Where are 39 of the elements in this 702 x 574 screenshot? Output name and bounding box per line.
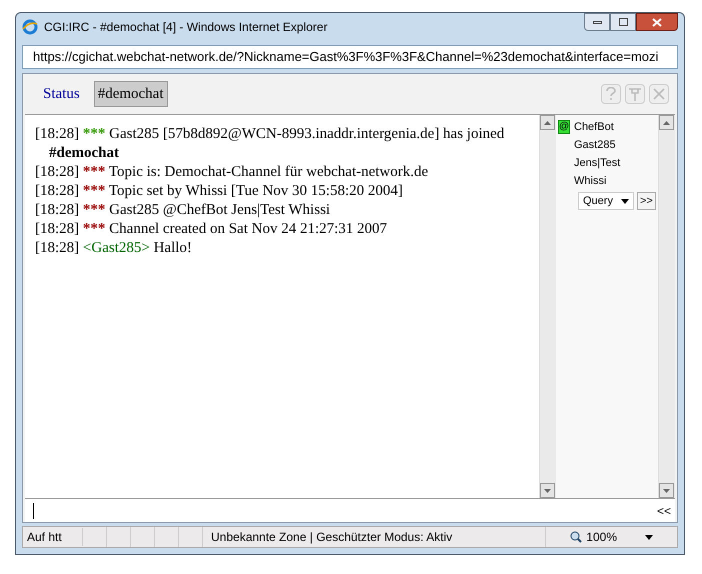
settings-icon: [628, 87, 642, 101]
zoom-level[interactable]: 100%: [586, 528, 617, 546]
question-mark-icon: [606, 87, 616, 101]
minimize-button[interactable]: [584, 13, 610, 31]
chat-message: [18:28] *** Gast285 [57b8d892@WCN-8993.inaddr.intergenia.de] has joined #demochat: [35, 125, 506, 163]
window-title: CGI:IRC - #demochat [4] - Windows Internet Explorer: [44, 19, 328, 36]
chat-message: [18:28] *** Channel created on Sat Nov 24 21:27:31 2007: [35, 220, 388, 239]
chat-message: [18:28] *** Topic is: Demochat-Channel für webchat-network.de: [35, 163, 430, 182]
dropdown-arrow-icon: [621, 198, 629, 204]
chat-message: [18:28] <Gast285> Hallo!: [35, 239, 193, 258]
chat-message: [18:28] *** Topic set by Whissi [Tue Nov 30 15:58:20 2004]: [35, 182, 404, 201]
user-list-item[interactable]: Gast285: [574, 136, 616, 154]
user-list-item[interactable]: Whissi: [574, 172, 606, 190]
browser-logo-icon: [22, 19, 38, 35]
toggle-button[interactable]: <<: [656, 502, 671, 520]
maximize-button[interactable]: [610, 13, 636, 31]
status-text: Auf htt: [23, 528, 83, 546]
zoom-icon[interactable]: [570, 531, 582, 543]
channel-tab[interactable]: #demochat: [94, 80, 168, 108]
security-zone[interactable]: Unbekannte Zone | Geschützter Modus: Aktiv: [207, 528, 456, 546]
close-icon: [652, 18, 662, 26]
scroll-down-icon[interactable]: [544, 488, 551, 492]
operator-badge: @: [558, 120, 570, 134]
scroll-up-icon[interactable]: [663, 120, 670, 124]
action-dropdown[interactable]: Query: [578, 192, 634, 210]
user-list-item[interactable]: ChefBot: [574, 118, 614, 136]
go-button[interactable]: >>: [637, 192, 656, 210]
scroll-down-icon[interactable]: [663, 488, 670, 492]
user-list-item[interactable]: Jens|Test: [574, 154, 620, 172]
chat-message: [18:28] *** Gast285 @ChefBot Jens|Test Whissi: [35, 201, 332, 220]
close-button[interactable]: [636, 13, 678, 31]
scroll-up-icon[interactable]: [544, 120, 551, 124]
dropdown-arrow-icon[interactable]: [645, 534, 653, 540]
scrollbar[interactable]: [539, 115, 556, 498]
url-text: https://cgichat.webchat-network.de/?Nickname=Gast%3F%3F%3F&Channel=%23demochat&interface=mozi: [33, 48, 658, 66]
scrollbar[interactable]: [658, 115, 675, 498]
address-bar[interactable]: https://cgichat.webchat-network.de/?Nickname=Gast%3F%3F%3F&Channel=%23demochat&interface=mozi: [22, 45, 678, 69]
channel-tab[interactable]: Status: [39, 80, 84, 108]
close-icon: [653, 88, 665, 100]
